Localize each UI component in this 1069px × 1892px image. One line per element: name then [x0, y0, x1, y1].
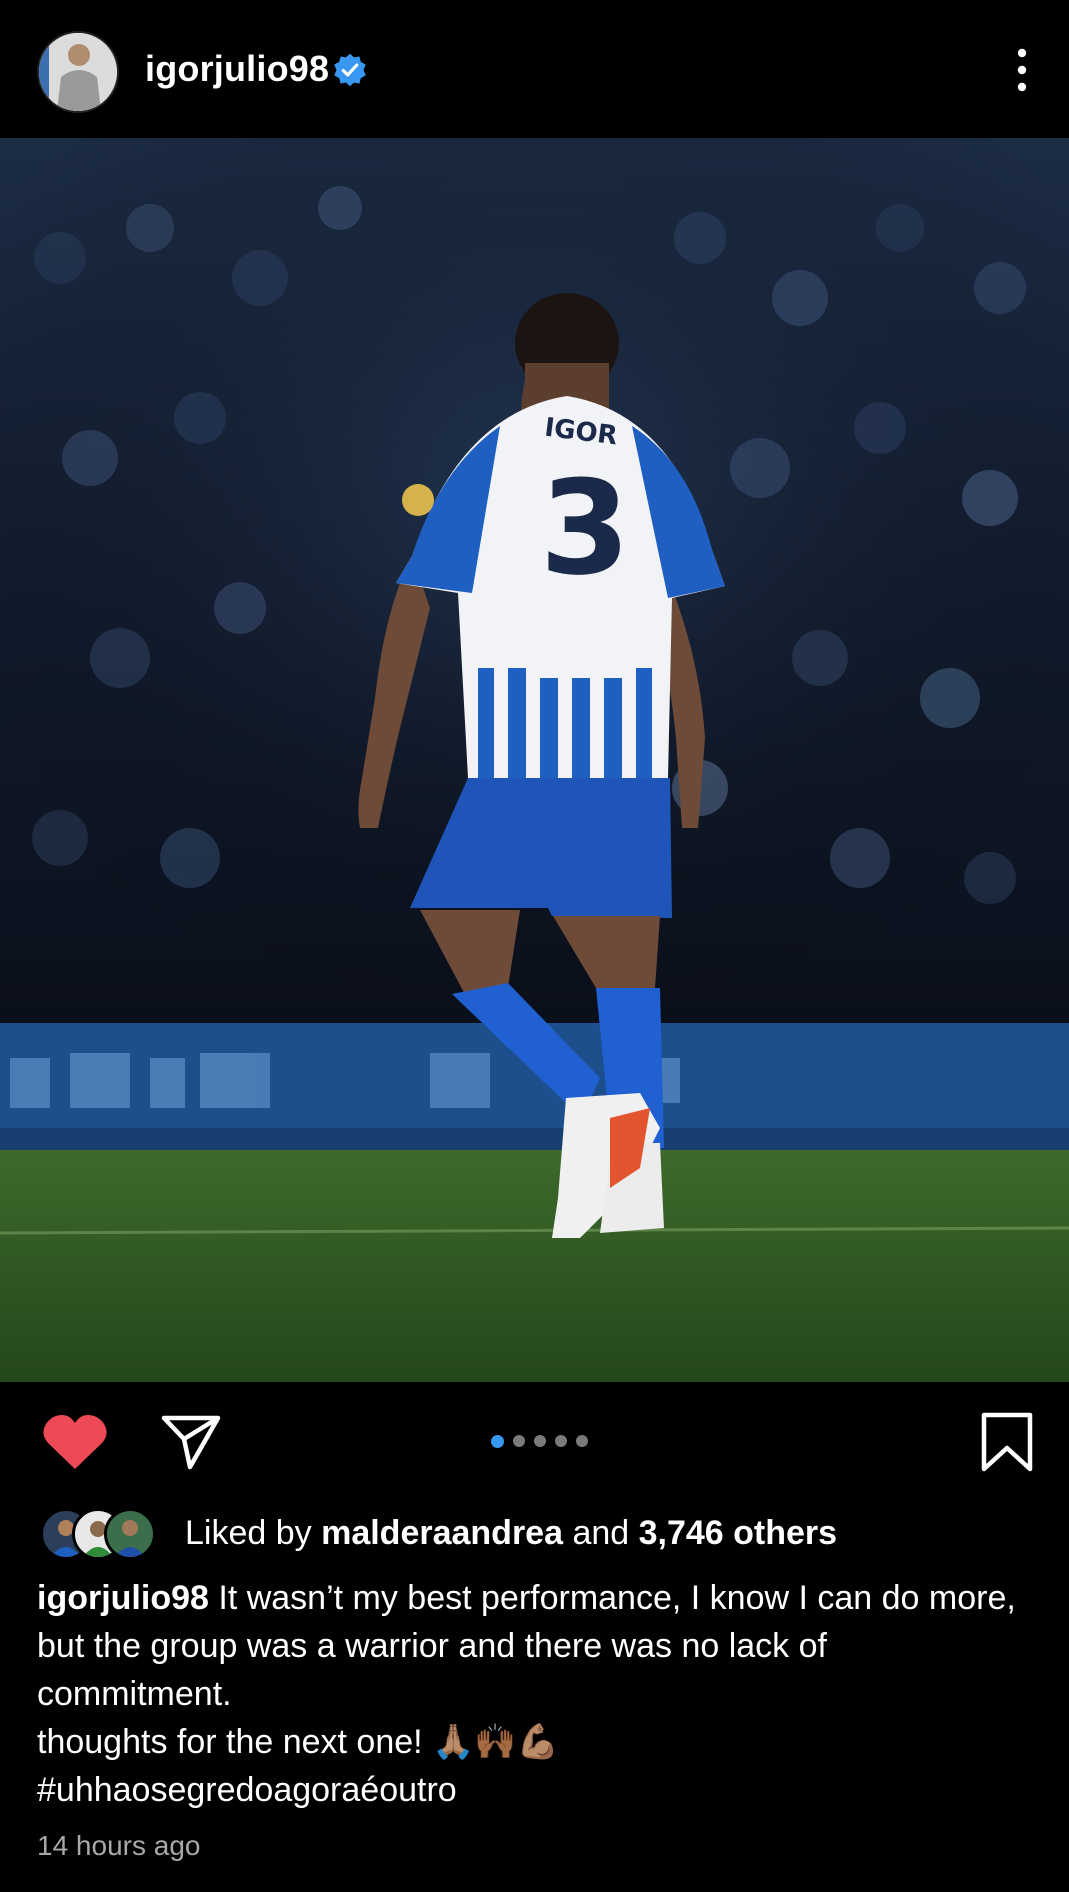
carousel-dot — [576, 1435, 588, 1447]
likes-count[interactable]: 3,746 others — [639, 1514, 837, 1552]
post-photo[interactable]: IGOR 3 — [0, 138, 1069, 1382]
caption-body: igorjulio98 It wasn’t my best performanc… — [37, 1574, 1027, 1718]
liker-username[interactable]: malderaandrea — [321, 1514, 563, 1552]
send-icon[interactable] — [160, 1413, 222, 1471]
avatar[interactable] — [37, 31, 119, 113]
carousel-dot-active — [491, 1434, 504, 1448]
likes-summary[interactable]: Liked by malderaandrea and 3,746 others — [40, 1506, 1040, 1562]
caption-username[interactable]: igorjulio98 — [37, 1579, 209, 1617]
jersey-number: 3 — [540, 452, 630, 604]
likes-prefix: Liked by — [185, 1514, 322, 1552]
carousel-indicator — [491, 1433, 588, 1449]
verified-badge-icon — [334, 53, 366, 87]
heart-filled-icon[interactable] — [42, 1413, 108, 1471]
likes-text: Liked by malderaandrea and 3,746 others — [185, 1514, 837, 1553]
post-timestamp: 14 hours ago — [37, 1830, 201, 1861]
likes-middle: and — [563, 1514, 639, 1552]
post-caption: igorjulio98 It wasn’t my best performanc… — [37, 1574, 1027, 1814]
post-header: igorjulio98 — [0, 0, 1069, 138]
more-vertical-icon[interactable] — [1012, 47, 1032, 93]
carousel-dot — [513, 1435, 525, 1447]
bookmark-icon[interactable] — [980, 1412, 1034, 1472]
carousel-dot — [534, 1435, 546, 1447]
caption-hashtag[interactable]: #uhhaosegredoagoraéoutro — [37, 1766, 1027, 1814]
carousel-dot — [555, 1435, 567, 1447]
liker-avatar — [104, 1508, 156, 1560]
post-action-bar — [0, 1382, 1069, 1502]
caption-line2: thoughts for the next one! 🙏🏽🙌🏾💪🏽 — [37, 1723, 560, 1761]
post-username[interactable]: igorjulio98 — [145, 48, 329, 90]
